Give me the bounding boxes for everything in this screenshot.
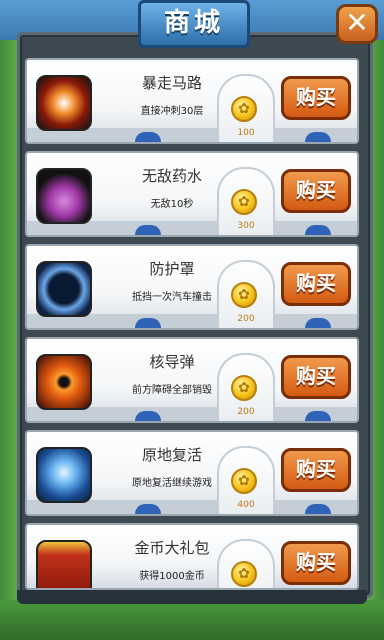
revive-icon [36, 447, 92, 503]
shop-item-potion: 无敌药水 无敌10秒 ✿ 300 购买 [25, 151, 359, 237]
decor-dot [135, 132, 161, 142]
gold-coin-icon: ✿ [231, 96, 257, 122]
item-price: 300 [237, 221, 255, 231]
price-display: ✿ 100 [217, 74, 275, 142]
close-button[interactable]: ✕ [336, 4, 378, 44]
decor-dot [135, 504, 161, 514]
price-display: ✿ [217, 539, 275, 588]
shop-item-dash: 暴走马路 直接冲刺30层 ✿ 100 购买 [25, 58, 359, 144]
item-price: 100 [237, 128, 255, 138]
buy-button[interactable]: 购买 [281, 76, 351, 120]
page-title: 商城 [163, 8, 224, 38]
dash-boot-icon [36, 75, 92, 131]
item-price: 400 [237, 500, 255, 510]
gift-box-icon [36, 540, 92, 588]
buy-button[interactable]: 购买 [281, 541, 351, 585]
decor-dot [305, 318, 331, 328]
decor-dot [305, 504, 331, 514]
close-icon: ✕ [345, 6, 369, 39]
decor-dot [305, 132, 331, 142]
buy-button[interactable]: 购买 [281, 262, 351, 306]
price-display: ✿ 300 [217, 167, 275, 235]
shop-item-revive: 原地复活 原地复活继续游戏 ✿ 400 购买 [25, 430, 359, 516]
decor-dot [305, 411, 331, 421]
gold-coin-icon: ✿ [231, 282, 257, 308]
shop-item-gift: 金币大礼包 获得1000金币 ✿ 购买 [25, 523, 359, 590]
panel-bottom-edge [17, 590, 367, 604]
decor-dot [135, 318, 161, 328]
buy-button[interactable]: 购买 [281, 355, 351, 399]
price-display: ✿ 400 [217, 446, 275, 514]
price-display: ✿ 200 [217, 353, 275, 421]
title-plate: 商城 [138, 0, 250, 48]
gold-coin-icon: ✿ [231, 561, 257, 587]
shop-item-nuke: 核导弹 前方障碍全部销毁 ✿ 200 购买 [25, 337, 359, 423]
buy-button[interactable]: 购买 [281, 448, 351, 492]
item-price: 200 [237, 314, 255, 324]
decor-dot [135, 225, 161, 235]
decor-dot [305, 225, 331, 235]
nuke-icon [36, 354, 92, 410]
gold-coin-icon: ✿ [231, 375, 257, 401]
potion-icon [36, 168, 92, 224]
gold-coin-icon: ✿ [231, 468, 257, 494]
item-price: 200 [237, 407, 255, 417]
shield-bubble-icon [36, 261, 92, 317]
background-ground [0, 600, 384, 640]
decor-dot [135, 411, 161, 421]
gold-coin-icon: ✿ [231, 189, 257, 215]
buy-button[interactable]: 购买 [281, 169, 351, 213]
price-display: ✿ 200 [217, 260, 275, 328]
shop-item-shield: 防护罩 抵挡一次汽车撞击 ✿ 200 购买 [25, 244, 359, 330]
